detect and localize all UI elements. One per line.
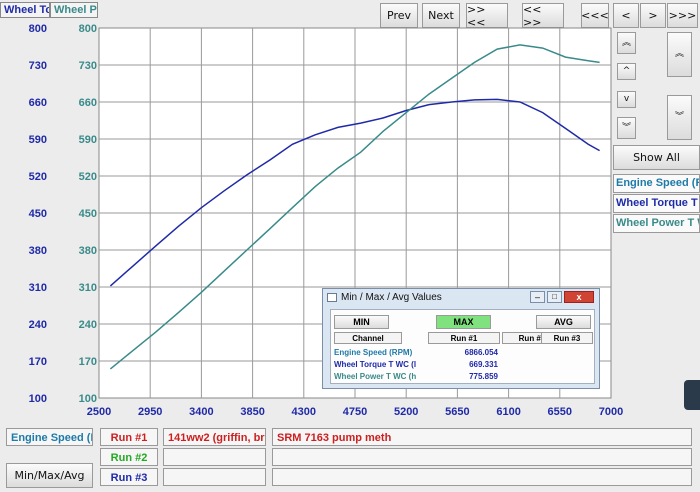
y-tick-label-right: 380 [79,245,97,257]
y-tick-label-right: 240 [79,319,97,331]
x-tick-label: 4300 [292,406,316,418]
close-icon[interactable]: x [564,291,594,303]
y-tick-label-right: 450 [79,208,97,220]
row-engine-speed-label: Engine Speed (RPM) [334,348,413,357]
maximize-icon[interactable]: □ [547,291,562,303]
row-engine-speed-value: 6866.054 [464,348,498,357]
x-tick-label: 4750 [343,406,367,418]
y-tick-label-right: 800 [79,23,97,35]
y-tick-label-left: 450 [29,208,47,220]
x-tick-label: 2500 [87,406,111,418]
y-tick-label-left: 590 [29,134,47,146]
y-tick-label-left: 100 [29,393,47,405]
dialog-body: MIN MAX AVG Channel Run #1 Run #2 Run #3… [330,309,595,384]
y-tick-label-right: 660 [79,97,97,109]
max-button[interactable]: MAX [436,315,491,329]
dyno-window: Wheel To Wheel Pc Prev Next >> << << >> … [0,0,700,492]
engine-speed-channel[interactable]: Engine Speed (Rl [6,428,93,446]
x-tick-label: 5650 [445,406,469,418]
y-tick-label-left: 660 [29,97,47,109]
x-tick-label: 3850 [240,406,264,418]
y-tick-label-left: 240 [29,319,47,331]
run-3-description [163,468,266,486]
x-tick-label: 5200 [394,406,418,418]
y-tick-label-left: 800 [29,23,47,35]
y-tick-label-right: 590 [79,134,97,146]
col-run-3: Run #3 [541,332,593,344]
y-tick-label-left: 380 [29,245,47,257]
row-wheel-torque-label: Wheel Torque T WC (l [334,360,417,369]
help-tab[interactable] [684,380,700,410]
row-wheel-power-value: 775.859 [469,372,498,381]
run-1-description: 141ww2 (griffin, bren [163,428,266,446]
y-tick-label-left: 520 [29,171,47,183]
run-3-label[interactable]: Run #3 [100,468,158,486]
avg-button[interactable]: AVG [536,315,591,329]
y-tick-label-right: 310 [79,282,97,294]
run-3-notes [272,468,692,486]
run-1-notes: SRM 7163 pump meth [272,428,692,446]
min-max-avg-dialog: Min / Max / Avg Values – □ x MIN MAX AVG… [322,288,600,389]
x-tick-label: 2950 [138,406,162,418]
min-max-avg-button[interactable]: Min/Max/Avg [6,463,93,488]
run-2-notes [272,448,692,466]
x-tick-label: 3400 [189,406,213,418]
col-channel: Channel [334,332,402,344]
y-tick-label-left: 730 [29,60,47,72]
run-2-label[interactable]: Run #2 [100,448,158,466]
x-tick-label: 6550 [548,406,572,418]
x-tick-label: 7000 [599,406,623,418]
y-tick-label-right: 730 [79,60,97,72]
y-tick-label-left: 170 [29,356,47,368]
run-1-label[interactable]: Run #1 [100,428,158,446]
min-button[interactable]: MIN [334,315,389,329]
col-run-1: Run #1 [428,332,500,344]
y-tick-label-right: 170 [79,356,97,368]
y-tick-label-left: 310 [29,282,47,294]
window-icon [327,293,337,302]
row-wheel-power-label: Wheel Power T WC (h [334,372,417,381]
row-wheel-torque-value: 669.331 [469,360,498,369]
run-2-description [163,448,266,466]
x-tick-label: 6100 [496,406,520,418]
minimize-icon[interactable]: – [530,291,545,303]
y-tick-label-right: 520 [79,171,97,183]
y-tick-label-right: 100 [79,393,97,405]
